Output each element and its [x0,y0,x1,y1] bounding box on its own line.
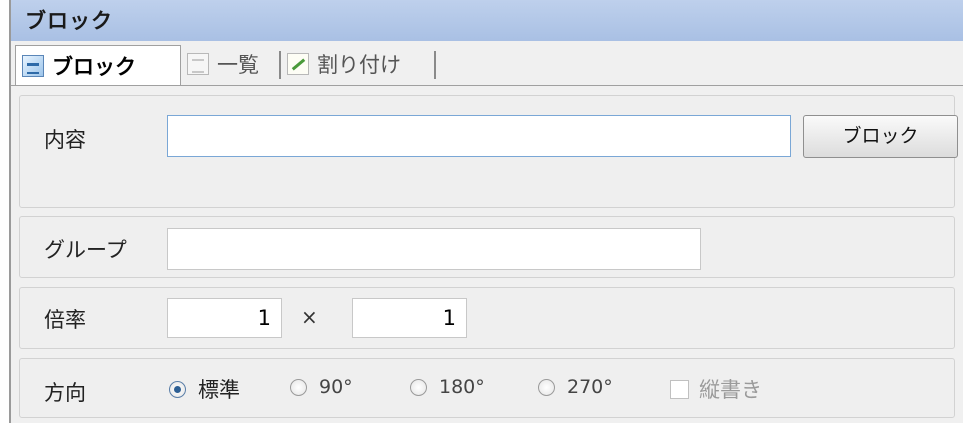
scale-label: 倍率 [44,308,86,332]
tab-list[interactable]: 一覧 [187,47,259,81]
radio-indicator [538,378,555,396]
direction-panel: 方向 標準 90° 180° 270° 縦書き [19,358,955,418]
vertical-writing-checkbox[interactable]: 縦書き [670,374,762,404]
group-panel: グループ [19,216,955,278]
vertical-writing-label: 縦書き [699,378,762,402]
scale-panel: 倍率 1 × 1 [19,287,955,349]
radio-270-label: 270° [567,376,613,398]
tab-separator [279,51,281,79]
radio-90[interactable]: 90° [290,376,353,398]
group-label: グループ [44,238,127,262]
tab-block[interactable]: ブロック [15,45,181,85]
content-label: 内容 [44,128,86,152]
tab-block-label: ブロック [52,54,136,79]
tab-bar: ブロック 一覧 割り付け [11,41,963,86]
tab-assign[interactable]: 割り付け [287,47,401,81]
radio-indicator [169,380,186,398]
tab-separator [434,51,436,79]
tab-assign-label: 割り付け [317,53,401,77]
scale-y-input[interactable]: 1 [352,298,467,338]
radio-standard[interactable]: 標準 [169,374,240,404]
content-panel: 内容 ブロック [19,95,958,208]
radio-270[interactable]: 270° [538,376,613,398]
block-button[interactable]: ブロック [803,115,958,158]
content-input[interactable] [167,115,791,157]
times-sign: × [301,305,318,329]
window-titlebar: ブロック [11,0,963,42]
radio-standard-label: 標準 [198,378,240,402]
checkbox-box [670,379,689,399]
radio-indicator [290,378,307,396]
window-title: ブロック [25,9,113,33]
group-input[interactable] [167,228,701,270]
list-icon [187,53,209,75]
scale-x-input[interactable]: 1 [167,298,282,338]
block-icon [22,54,44,77]
direction-label: 方向 [44,381,86,405]
tab-list-label: 一覧 [217,53,259,77]
radio-180-label: 180° [439,376,485,398]
radio-180[interactable]: 180° [410,376,485,398]
radio-90-label: 90° [319,376,353,398]
assign-icon [287,53,309,75]
radio-indicator [410,378,427,396]
block-window: ブロック ブロック 一覧 割り付け 内容 ブロック グループ 倍率 1 × 1 [9,0,963,423]
